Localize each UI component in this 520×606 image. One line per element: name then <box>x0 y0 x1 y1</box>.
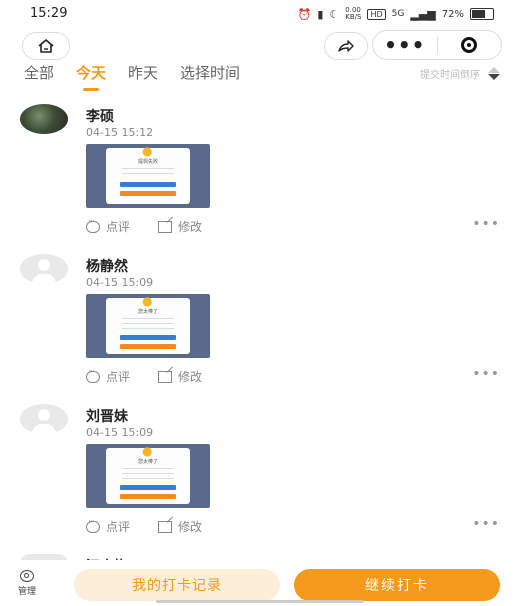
checkin-image-thumbnail[interactable]: ● 提现失败 <box>86 144 210 208</box>
submit-time: 04-15 15:09 <box>86 276 154 289</box>
checkin-image-thumbnail[interactable]: ● 您太棒了 <box>86 444 210 508</box>
comment-label: 点评 <box>106 520 131 534</box>
sort-label: 提交时间倒序 <box>420 70 480 81</box>
close-mini-program-button[interactable] <box>438 37 502 53</box>
tab-today[interactable]: 今天 <box>76 62 106 91</box>
status-icons: ⏰ ▮ ☾ 0.00 KB/S HD 5G ▂▄▆ 72% <box>298 7 494 21</box>
share-button[interactable] <box>324 32 368 60</box>
emoji-icon: ● <box>142 444 153 458</box>
edit-icon <box>158 220 173 233</box>
comment-label: 点评 <box>106 370 131 384</box>
share-icon <box>338 40 354 52</box>
settings-icon <box>20 570 34 582</box>
edit-button[interactable]: 修改 <box>158 368 202 385</box>
home-indicator <box>156 600 364 603</box>
checkin-image-thumbnail[interactable]: ● 您太棒了 <box>86 294 210 358</box>
battery-percent: 72% <box>441 8 464 20</box>
home-icon <box>38 39 54 53</box>
edit-label: 修改 <box>178 220 203 234</box>
edit-button[interactable]: 修改 <box>158 218 202 235</box>
continue-checkin-button[interactable]: 继续打卡 <box>294 569 500 601</box>
comment-icon <box>86 217 100 233</box>
user-name: 杨静然 <box>86 259 128 275</box>
tab-yesterday[interactable]: 昨天 <box>128 62 158 91</box>
list-item: 刘晋妹 04-15 15:09 ● 您太棒了 点评 修改 ••• <box>0 404 520 554</box>
alarm-icon: ⏰ <box>297 7 312 21</box>
edit-icon <box>158 370 173 383</box>
thumb-title: 提现失败 <box>137 159 158 165</box>
thumb-title: 您太棒了 <box>137 309 158 315</box>
date-filter-tabs: 全部 今天 昨天 选择时间 <box>24 62 240 91</box>
comment-button[interactable]: 点评 <box>86 367 131 385</box>
battery-icon <box>470 8 494 20</box>
edit-icon <box>158 520 173 533</box>
sort-control[interactable]: 提交时间倒序 <box>420 66 500 81</box>
comment-label: 点评 <box>106 220 131 234</box>
manage-button[interactable]: 管理 <box>18 570 36 597</box>
edit-label: 修改 <box>178 370 203 384</box>
status-bar: 15:29 ⏰ ▮ ☾ 0.00 KB/S HD 5G ▂▄▆ 72% <box>0 0 520 28</box>
user-name: 刘晋妹 <box>86 409 128 425</box>
more-dots-icon[interactable]: ••• <box>373 31 437 59</box>
comment-button[interactable]: 点评 <box>86 517 131 535</box>
net-speed: 0.00 KB/S <box>345 6 362 21</box>
signal-icon: ▂▄▆ <box>410 7 436 21</box>
my-checkin-records-button[interactable]: 我的打卡记录 <box>74 569 280 601</box>
more-options-icon[interactable]: ••• <box>472 366 500 382</box>
tab-select-time[interactable]: 选择时间 <box>180 62 240 91</box>
submit-time: 04-15 15:12 <box>86 126 154 139</box>
emoji-icon: ● <box>142 144 153 158</box>
status-time: 15:29 <box>30 6 68 21</box>
avatar[interactable] <box>20 104 68 134</box>
manage-label: 管理 <box>18 587 37 597</box>
avatar[interactable] <box>20 254 68 284</box>
list-item: 李硕 04-15 15:12 ● 提现失败 点评 修改 ••• <box>0 104 520 254</box>
thumb-title: 您太棒了 <box>137 459 158 465</box>
list-item: 杨静然 04-15 15:09 ● 您太棒了 点评 修改 ••• <box>0 254 520 404</box>
more-options-icon[interactable]: ••• <box>472 216 500 232</box>
avatar[interactable] <box>20 404 68 434</box>
moon-icon: ☾ <box>329 7 340 21</box>
more-options-icon[interactable]: ••• <box>472 516 500 532</box>
edit-button[interactable]: 修改 <box>158 518 202 535</box>
comment-icon <box>86 517 100 533</box>
signal-label: 5G <box>391 9 405 19</box>
mini-program-capsule: ••• <box>372 30 502 60</box>
user-name: 李硕 <box>86 109 114 125</box>
sort-arrows-icon <box>488 67 500 80</box>
tab-all[interactable]: 全部 <box>24 62 54 91</box>
emoji-icon: ● <box>142 294 153 308</box>
hd-badge: HD <box>367 8 386 20</box>
target-icon <box>461 37 478 53</box>
edit-label: 修改 <box>178 520 203 534</box>
home-button[interactable] <box>22 32 70 60</box>
submit-time: 04-15 15:09 <box>86 426 154 439</box>
vibrate-icon: ▮ <box>317 7 324 21</box>
comment-button[interactable]: 点评 <box>86 217 131 235</box>
comment-icon <box>86 367 100 383</box>
